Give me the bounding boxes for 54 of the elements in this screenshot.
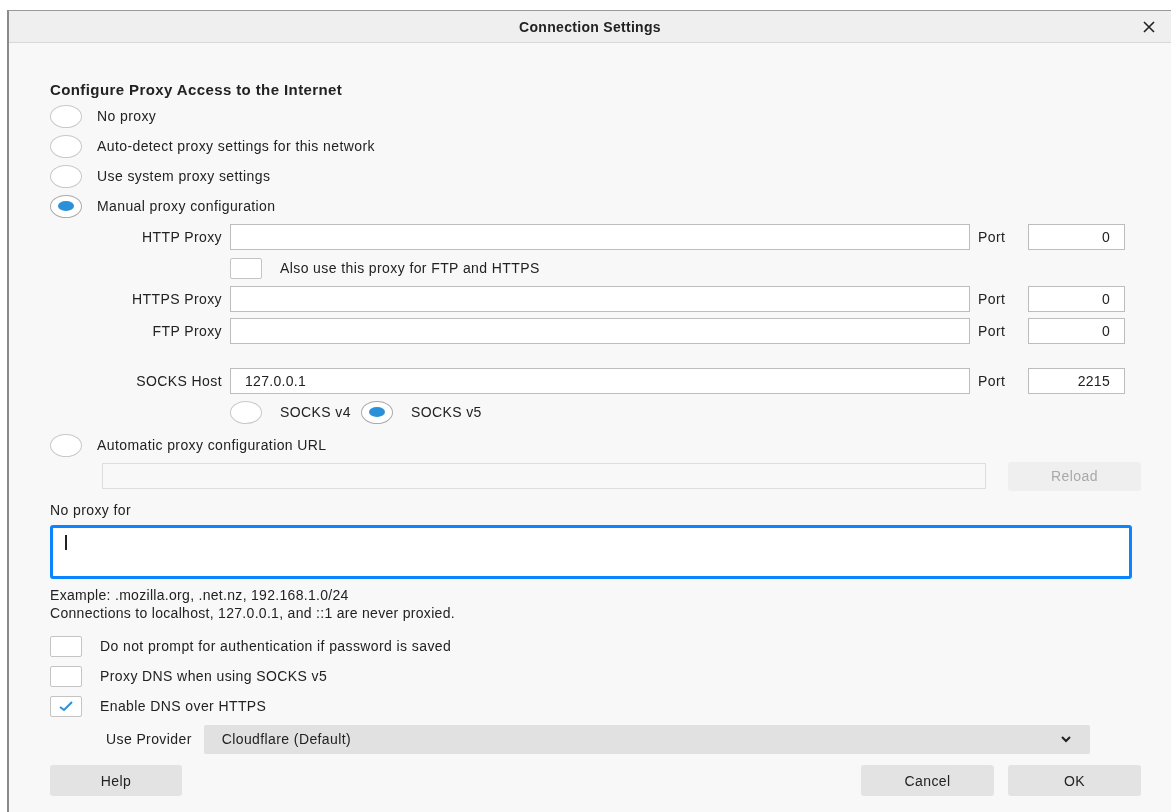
radio-button[interactable]	[50, 433, 82, 457]
window-title: Connection Settings	[519, 18, 661, 35]
radio-button[interactable]	[230, 400, 262, 424]
port-label: Port	[977, 323, 1007, 339]
radio-label: SOCKS v4	[280, 404, 351, 420]
host-field[interactable]	[230, 318, 970, 344]
port-field[interactable]: 2215	[1028, 368, 1125, 394]
radio-label: Use system proxy settings	[97, 168, 271, 184]
field-label: SOCKS Host	[135, 373, 223, 389]
host-field[interactable]: 127.0.0.1	[230, 368, 970, 394]
radio-label: Auto-detect proxy settings for this network	[97, 138, 375, 154]
checkbox-label: Also use this proxy for FTP and HTTPS	[280, 260, 540, 276]
help-button[interactable]: Help	[50, 765, 182, 796]
checkmark-icon	[57, 699, 75, 713]
hint-text: Connections to localhost, 127.0.0.1, and ::1 are never proxied.	[50, 604, 456, 622]
cancel-button[interactable]: Cancel	[861, 765, 994, 796]
section-heading: Configure Proxy Access to the Internet	[50, 80, 344, 100]
close-icon	[1141, 19, 1157, 35]
provider-dropdown[interactable]: Cloudflare (Default)	[203, 724, 1090, 754]
text-area[interactable]	[50, 525, 1132, 579]
hint-text: Example: .mozilla.org, .net.nz, 192.168.1.0/24	[50, 586, 350, 604]
radio-label: Manual proxy configuration	[97, 198, 276, 214]
checkbox-label: Proxy DNS when using SOCKS v5	[100, 668, 328, 684]
port-field[interactable]: 0	[1028, 318, 1125, 344]
radio-button[interactable]	[50, 104, 82, 128]
field-label: FTP Proxy	[151, 323, 223, 339]
checkbox[interactable]	[50, 695, 82, 717]
port-field[interactable]: 0	[1028, 224, 1125, 250]
ok-button[interactable]: OK	[1008, 765, 1141, 796]
port-field[interactable]: 0	[1028, 286, 1125, 312]
radio-button[interactable]	[50, 194, 82, 218]
host-field[interactable]	[230, 286, 970, 312]
checkbox[interactable]	[50, 665, 82, 687]
field-label: HTTPS Proxy	[131, 291, 223, 307]
host-field[interactable]	[230, 224, 970, 250]
field-label: No proxy for	[50, 502, 132, 518]
radio-button[interactable]	[50, 164, 82, 188]
field-label: HTTP Proxy	[141, 229, 223, 245]
port-label: Port	[977, 373, 1007, 389]
checkbox-label: Do not prompt for authentication if password is saved	[100, 638, 452, 654]
field-label: Use Provider	[106, 731, 192, 747]
radio-button[interactable]	[50, 134, 82, 158]
port-label: Port	[977, 229, 1007, 245]
checkbox[interactable]	[230, 257, 262, 279]
checkbox[interactable]	[50, 635, 82, 657]
radio-button[interactable]	[360, 400, 393, 424]
radio-label: Automatic proxy configuration URL	[97, 437, 327, 453]
chevron-down-icon	[1059, 735, 1072, 743]
text-cursor	[65, 535, 67, 550]
radio-label: No proxy	[97, 108, 157, 124]
close-button[interactable]	[1141, 19, 1157, 35]
port-label: Port	[977, 291, 1007, 307]
checkbox-label: Enable DNS over HTTPS	[100, 698, 267, 714]
radio-label: SOCKS v5	[410, 404, 482, 420]
